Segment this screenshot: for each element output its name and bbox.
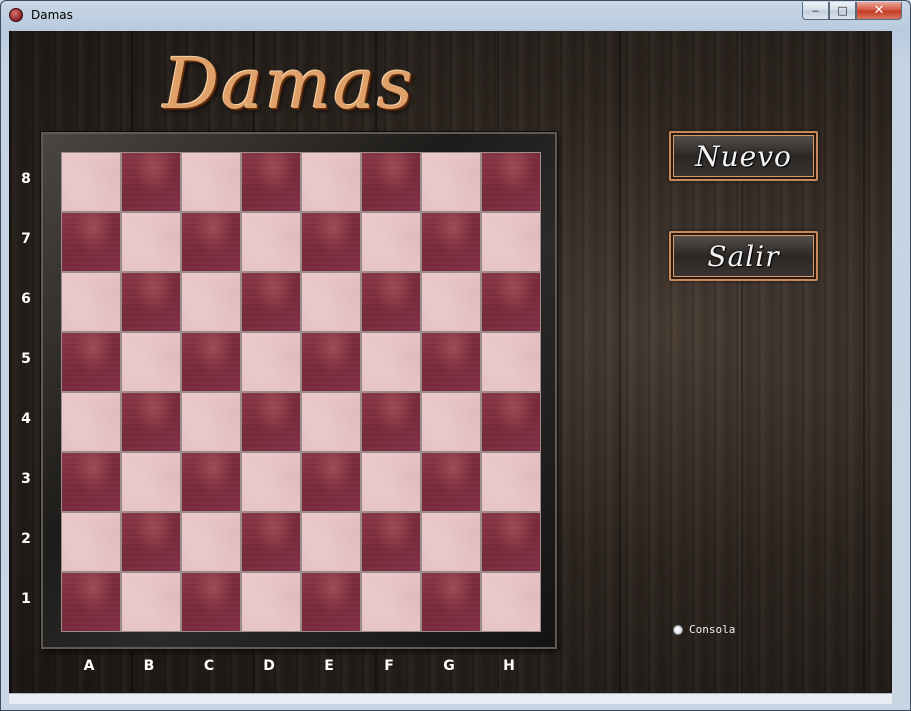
board-square-d4[interactable] bbox=[241, 392, 301, 452]
file-label: F bbox=[384, 658, 394, 674]
board-frame bbox=[41, 132, 557, 649]
board-square-h8[interactable] bbox=[481, 152, 541, 212]
board-square-e8[interactable] bbox=[301, 152, 361, 212]
board-square-h7[interactable] bbox=[481, 212, 541, 272]
board-square-h3[interactable] bbox=[481, 452, 541, 512]
board-square-f7[interactable] bbox=[361, 212, 421, 272]
board-square-d3[interactable] bbox=[241, 452, 301, 512]
board-square-g4[interactable] bbox=[421, 392, 481, 452]
board-square-e4[interactable] bbox=[301, 392, 361, 452]
board-square-d8[interactable] bbox=[241, 152, 301, 212]
board-square-a1[interactable] bbox=[61, 572, 121, 632]
exit-button[interactable]: Salir bbox=[669, 231, 818, 281]
board-square-f2[interactable] bbox=[361, 512, 421, 572]
board-square-a3[interactable] bbox=[61, 452, 121, 512]
board-square-c4[interactable] bbox=[181, 392, 241, 452]
board-square-f4[interactable] bbox=[361, 392, 421, 452]
new-game-button[interactable]: Nuevo bbox=[669, 131, 818, 181]
rank-label: 6 bbox=[21, 291, 31, 307]
board-square-h2[interactable] bbox=[481, 512, 541, 572]
board-square-c7[interactable] bbox=[181, 212, 241, 272]
game-area: Damas 8 7 6 5 4 3 2 1 A B C D E F G H Nuevo Salir Cons… bbox=[9, 31, 892, 693]
file-label: B bbox=[143, 658, 155, 674]
board-square-d5[interactable] bbox=[241, 332, 301, 392]
rank-label: 5 bbox=[21, 351, 31, 367]
board-square-d6[interactable] bbox=[241, 272, 301, 332]
board-square-b2[interactable] bbox=[121, 512, 181, 572]
board-square-e7[interactable] bbox=[301, 212, 361, 272]
board-square-g8[interactable] bbox=[421, 152, 481, 212]
board-square-a5[interactable] bbox=[61, 332, 121, 392]
rank-label: 8 bbox=[21, 171, 31, 187]
file-label: G bbox=[443, 658, 455, 674]
rank-label: 7 bbox=[21, 231, 31, 247]
title-bar[interactable]: Damas ‒ □ ✕ bbox=[1, 1, 910, 29]
board-square-e1[interactable] bbox=[301, 572, 361, 632]
board-square-c2[interactable] bbox=[181, 512, 241, 572]
file-label: C bbox=[203, 658, 215, 674]
board-square-c1[interactable] bbox=[181, 572, 241, 632]
board-square-f6[interactable] bbox=[361, 272, 421, 332]
rank-label: 1 bbox=[21, 591, 31, 607]
console-toggle[interactable]: Consola bbox=[673, 623, 735, 636]
board-square-a4[interactable] bbox=[61, 392, 121, 452]
board-square-g2[interactable] bbox=[421, 512, 481, 572]
file-label: D bbox=[263, 658, 275, 674]
board-square-d2[interactable] bbox=[241, 512, 301, 572]
board-square-e2[interactable] bbox=[301, 512, 361, 572]
board-square-c5[interactable] bbox=[181, 332, 241, 392]
board-square-d1[interactable] bbox=[241, 572, 301, 632]
app-window: Damas ‒ □ ✕ Damas 8 7 6 5 4 3 2 1 A B C D E F G H Nuev… bbox=[0, 0, 911, 711]
board-square-b5[interactable] bbox=[121, 332, 181, 392]
board-square-g3[interactable] bbox=[421, 452, 481, 512]
file-label: A bbox=[83, 658, 95, 674]
board-square-c6[interactable] bbox=[181, 272, 241, 332]
game-logo: Damas bbox=[163, 43, 415, 125]
board-square-a2[interactable] bbox=[61, 512, 121, 572]
board-square-b4[interactable] bbox=[121, 392, 181, 452]
close-button[interactable]: ✕ bbox=[856, 2, 902, 20]
board-square-g1[interactable] bbox=[421, 572, 481, 632]
board-square-c3[interactable] bbox=[181, 452, 241, 512]
board-square-c8[interactable] bbox=[181, 152, 241, 212]
board-square-a7[interactable] bbox=[61, 212, 121, 272]
board-square-g7[interactable] bbox=[421, 212, 481, 272]
minimize-button[interactable]: ‒ bbox=[802, 2, 829, 20]
console-radio[interactable] bbox=[673, 624, 683, 635]
file-label: E bbox=[324, 658, 334, 674]
board-square-f8[interactable] bbox=[361, 152, 421, 212]
rank-label: 2 bbox=[21, 531, 31, 547]
board-square-f1[interactable] bbox=[361, 572, 421, 632]
board-square-b7[interactable] bbox=[121, 212, 181, 272]
board-square-e3[interactable] bbox=[301, 452, 361, 512]
maximize-button[interactable]: □ bbox=[829, 2, 856, 20]
file-label: H bbox=[503, 658, 515, 674]
board-square-b3[interactable] bbox=[121, 452, 181, 512]
board-square-g5[interactable] bbox=[421, 332, 481, 392]
board-square-h6[interactable] bbox=[481, 272, 541, 332]
checkers-board bbox=[61, 152, 541, 632]
window-bottom-bar bbox=[9, 693, 892, 704]
board-square-a8[interactable] bbox=[61, 152, 121, 212]
board-square-e6[interactable] bbox=[301, 272, 361, 332]
rank-label: 4 bbox=[21, 411, 31, 427]
board-square-e5[interactable] bbox=[301, 332, 361, 392]
board-square-h5[interactable] bbox=[481, 332, 541, 392]
board-square-f3[interactable] bbox=[361, 452, 421, 512]
window-title: Damas bbox=[31, 8, 73, 22]
board-square-a6[interactable] bbox=[61, 272, 121, 332]
board-square-b6[interactable] bbox=[121, 272, 181, 332]
rank-label: 3 bbox=[21, 471, 31, 487]
board-square-h4[interactable] bbox=[481, 392, 541, 452]
board-square-b8[interactable] bbox=[121, 152, 181, 212]
board-square-g6[interactable] bbox=[421, 272, 481, 332]
board-square-h1[interactable] bbox=[481, 572, 541, 632]
board-square-d7[interactable] bbox=[241, 212, 301, 272]
board-square-f5[interactable] bbox=[361, 332, 421, 392]
app-icon[interactable] bbox=[9, 8, 23, 22]
board-square-b1[interactable] bbox=[121, 572, 181, 632]
console-label: Consola bbox=[689, 623, 736, 636]
